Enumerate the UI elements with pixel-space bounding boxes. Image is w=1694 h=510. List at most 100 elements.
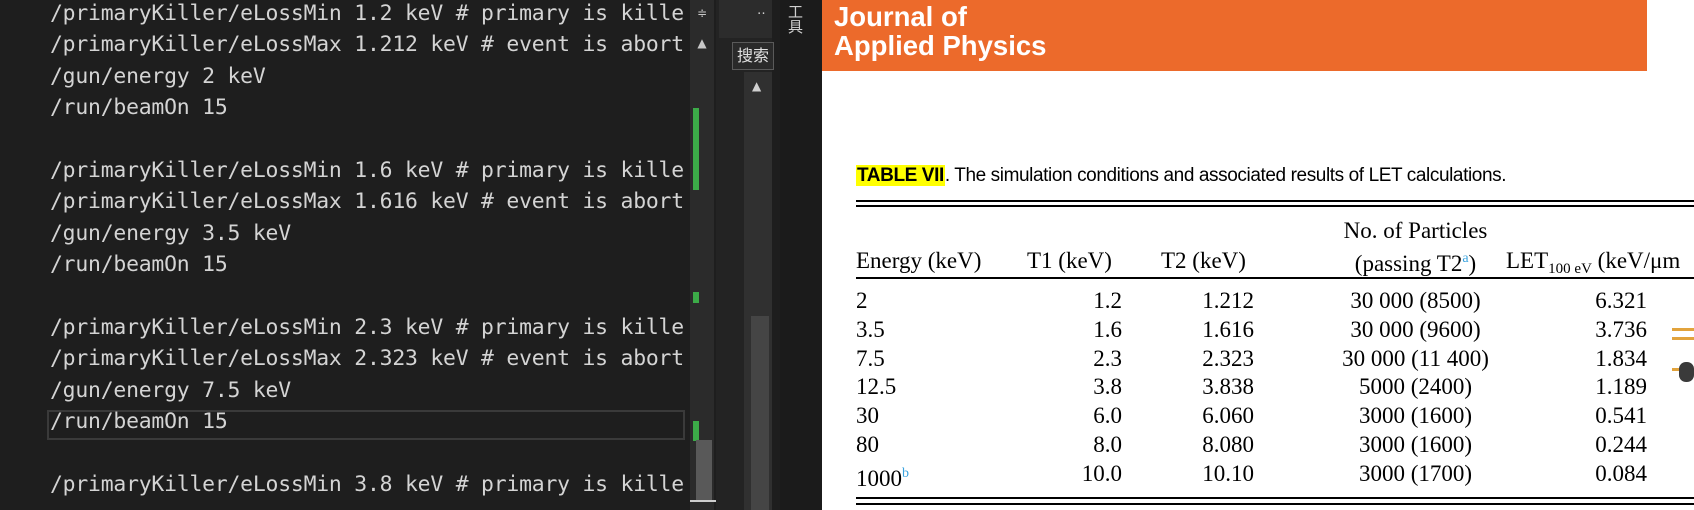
editor-scrollbar-thumb[interactable] (696, 440, 712, 502)
cell-energy-value: 12.5 (856, 374, 897, 400)
header-let-main: LET (1506, 248, 1549, 273)
side-panel-scrollbar-thumb[interactable] (751, 316, 769, 510)
table-bottom-rule (856, 503, 1694, 505)
cell-let-value: 1.834 (1595, 345, 1647, 371)
cell-t1: 1.6 (1012, 316, 1122, 344)
cell-t2: 1.616 (1140, 316, 1254, 344)
code-line[interactable]: /primaryKiller/eLossMin 3.8 keV # primar… (50, 470, 684, 500)
cell-energy-value: 1000 (856, 465, 902, 491)
scroll-handle-icon[interactable] (1679, 362, 1694, 382)
cell-t2-value: 2.323 (1202, 345, 1254, 371)
code-line[interactable]: /run/beamOn 15 (50, 93, 228, 123)
cell-energy-value: 3.5 (856, 316, 885, 342)
overflow-icon[interactable]: ‥ (757, 4, 766, 17)
cell-t1-value: 3.8 (1093, 374, 1122, 400)
header-particles-sub-close: ) (1468, 251, 1477, 276)
cell-let-value: 6.321 (1595, 288, 1647, 313)
code-line[interactable]: /run/beamOn 15 (50, 250, 228, 280)
cell-let: 6.321 (1522, 287, 1647, 315)
cell-t1: 6.0 (1012, 402, 1122, 430)
code-line[interactable]: /primaryKiller/eLossMax 1.212 keV # even… (50, 30, 684, 60)
cell-let-value: 0.541 (1595, 403, 1647, 429)
cell-let: 1.189 (1522, 373, 1647, 401)
scroll-up-icon[interactable]: ▲ (695, 36, 709, 50)
cell-particles-value: 3000 (1700) (1358, 460, 1473, 486)
tools-panel (780, 0, 822, 510)
cell-particles-value: 5000 (2400) (1358, 374, 1473, 400)
code-line[interactable]: /primaryKiller/eLossMin 1.6 keV # primar… (50, 156, 684, 186)
scroll-up-icon[interactable]: ▲ (752, 80, 761, 93)
cell-t2-value: 1.212 (1202, 288, 1254, 313)
code-editor[interactable]: /primaryKiller/eLossMin 1.2 keV # primar… (0, 0, 690, 510)
cell-t2: 8.080 (1140, 431, 1254, 459)
cell-energy: 2 (856, 287, 976, 315)
cell-particles-value: 30 000 (9600) (1350, 316, 1481, 342)
header-t1: T1 (keV) (1027, 248, 1112, 273)
cell-particles-value: 30 000 (11 400) (1342, 345, 1489, 371)
search-tab[interactable]: 搜索 (732, 42, 774, 70)
header-energy: Energy (keV) (856, 248, 982, 273)
code-line[interactable]: /primaryKiller/eLossMin 2.3 keV # primar… (50, 313, 684, 343)
journal-banner: Journal of Applied Physics (822, 0, 1647, 71)
cell-t2: 1.212 (1140, 287, 1254, 315)
code-line[interactable]: /primaryKiller/eLossMax 1.616 keV # even… (50, 187, 684, 217)
cell-t1: 2.3 (1012, 345, 1122, 373)
cell-energy: 80 (856, 431, 976, 459)
cell-let: 1.834 (1522, 345, 1647, 373)
table-top-rule (856, 205, 1694, 207)
cell-let-value: 1.189 (1595, 374, 1647, 400)
table-header-rule (856, 277, 1694, 279)
cell-let: 0.084 (1522, 460, 1647, 488)
code-line[interactable]: /gun/energy 7.5 keV (50, 376, 291, 406)
table-bottom-rule (856, 497, 1694, 499)
cell-particles-value: 3000 (1600) (1358, 403, 1473, 429)
table-caption-text: . The simulation conditions and associat… (944, 165, 1507, 186)
cell-t2-value: 10.10 (1202, 460, 1254, 486)
cell-energy: 30 (856, 402, 976, 430)
cell-let-value: 0.084 (1595, 460, 1647, 486)
cell-particles: 3000 (1600) (1292, 431, 1539, 459)
cell-t1-value: 6.0 (1093, 403, 1122, 429)
cell-particles-value: 3000 (1600) (1358, 432, 1473, 457)
header-let-sub: 100 eV (1548, 261, 1592, 277)
code-line[interactable]: /run/beamOn 15 (50, 407, 228, 437)
cell-t1: 1.2 (1012, 287, 1122, 315)
code-line[interactable]: /gun/energy 2 keV (50, 62, 266, 92)
split-editor-icon[interactable]: ≑ (695, 6, 709, 20)
change-marker (693, 108, 699, 190)
annotation-mark (1672, 328, 1694, 331)
code-line[interactable]: /primaryKiller/eLossMin 1.2 keV # primar… (50, 0, 684, 29)
code-line[interactable]: /gun/energy 3.5 keV (50, 219, 291, 249)
cell-t2-value: 8.080 (1202, 432, 1254, 457)
cell-t1-value: 2.3 (1093, 345, 1122, 371)
cell-let: 0.541 (1522, 402, 1647, 430)
change-marker (693, 292, 699, 303)
cell-t2-value: 3.838 (1202, 374, 1254, 400)
cell-t2-value: 1.616 (1202, 316, 1254, 342)
tools-tab-label[interactable]: 工具 (786, 4, 806, 34)
cell-particles: 3000 (1700) (1292, 460, 1539, 488)
cell-particles: 30 000 (11 400) (1292, 345, 1539, 373)
cell-energy-value: 7.5 (856, 345, 885, 371)
cell-t1-value: 1.6 (1093, 316, 1122, 342)
journal-title-line1: Journal of (834, 1, 967, 32)
scrollbar-end-line (690, 500, 716, 502)
cell-energy-value: 2 (856, 288, 868, 313)
cell-particles-value: 30 000 (8500) (1350, 288, 1481, 313)
cell-particles: 30 000 (8500) (1292, 287, 1539, 315)
cell-energy: 1000b (856, 460, 976, 493)
header-particles-sub-text: (passing T2 (1354, 251, 1463, 276)
journal-title: Journal of Applied Physics (834, 2, 1046, 60)
table-top-rule (856, 200, 1694, 202)
journal-title-line2: Applied Physics (834, 30, 1047, 61)
cell-t2: 3.838 (1140, 373, 1254, 401)
code-line[interactable]: /primaryKiller/eLossMax 2.323 keV # even… (50, 344, 684, 374)
cell-t2: 6.060 (1140, 402, 1254, 430)
header-let-unit: (keV/μm (1591, 248, 1681, 273)
header-particles-sub: (passing T2a) (1302, 245, 1529, 278)
cell-energy: 12.5 (856, 373, 976, 401)
cell-energy-value: 30 (856, 403, 879, 429)
cell-t2: 2.323 (1140, 345, 1254, 373)
cell-t2: 10.10 (1140, 460, 1254, 488)
cell-particles: 3000 (1600) (1292, 402, 1539, 430)
